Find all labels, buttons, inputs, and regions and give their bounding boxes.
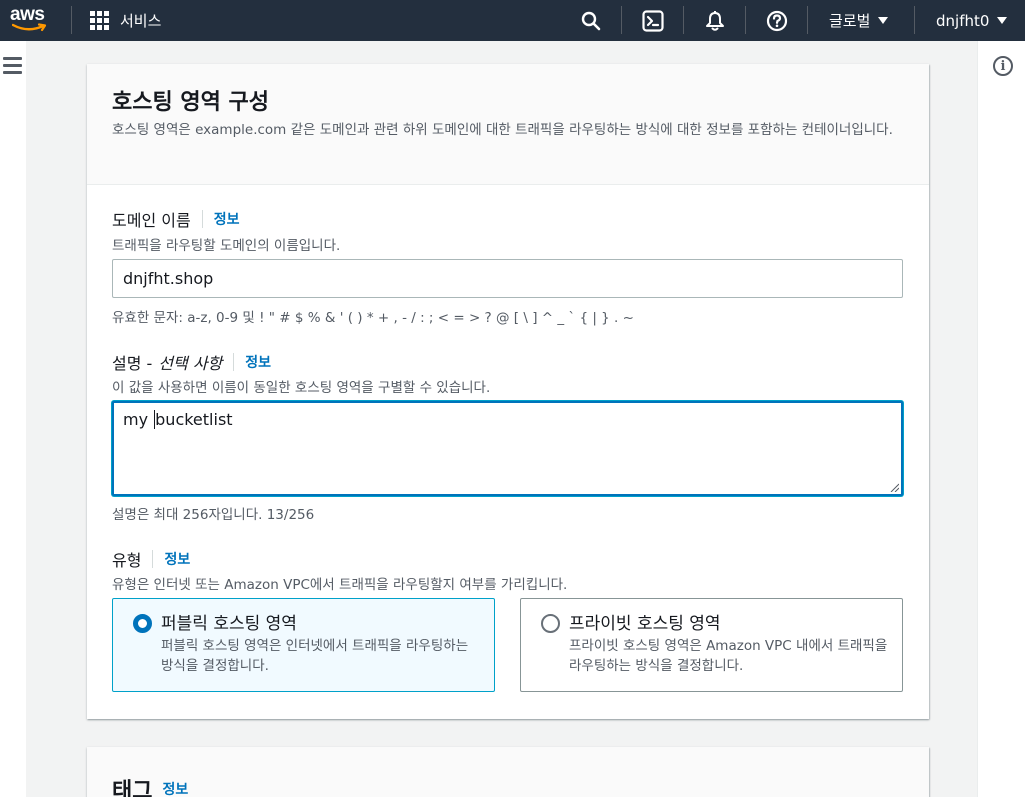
help-icon: [766, 10, 788, 31]
info-panel-icon[interactable]: i: [993, 56, 1013, 76]
private-hosted-zone-option[interactable]: 프라이빗 호스팅 영역 프라이빗 호스팅 영역은 Amazon VPC 내에서 …: [520, 598, 903, 692]
menu-hamburger-icon[interactable]: [3, 57, 22, 78]
search-icon: [581, 11, 601, 30]
type-label-text: 유형: [112, 551, 142, 570]
bell-icon: [706, 10, 724, 31]
tags-title: 태그 정보: [112, 773, 188, 797]
radio-unselected-icon[interactable]: [541, 614, 560, 633]
services-menu-button[interactable]: 서비스: [90, 0, 161, 41]
services-label: 서비스: [120, 12, 162, 30]
nav-divider: [745, 6, 746, 34]
comment-value-after-caret: bucketlist: [155, 410, 233, 429]
comment-label: 설명 - 선택 사항 정보: [112, 350, 271, 374]
apps-grid-icon: [90, 11, 109, 30]
comment-constraint: 설명은 최대 256자입니다. 13/256: [112, 507, 315, 523]
panel-description: 호스팅 영역은 example.com 같은 도메인과 관련 하위 도메인에 대…: [112, 122, 893, 138]
radio-selected-icon[interactable]: [133, 614, 152, 633]
cloudshell-icon: [642, 9, 664, 32]
comment-info-link[interactable]: 정보: [233, 353, 271, 371]
comment-textarea[interactable]: my bucketlist: [112, 401, 903, 496]
account-menu[interactable]: dnjfht0: [936, 0, 1008, 41]
caret-down-icon: [878, 17, 889, 24]
nav-divider: [914, 6, 915, 34]
type-description: 유형은 인터넷 또는 Amazon VPC에서 트래픽을 라우팅할지 여부를 가…: [112, 577, 568, 593]
cloudshell-button[interactable]: [633, 0, 673, 41]
option-title: 퍼블릭 호스팅 영역: [161, 614, 297, 634]
public-hosted-zone-option[interactable]: 퍼블릭 호스팅 영역 퍼블릭 호스팅 영역은 인터넷에서 트래픽을 라우팅하는 …: [112, 598, 495, 692]
notifications-button[interactable]: [695, 0, 735, 41]
comment-optional-text: 선택 사항: [158, 354, 223, 373]
account-label: dnjfht0: [936, 11, 990, 30]
domain-name-constraint: 유효한 문자: a-z, 0-9 및 ! " # $ % & ' ( ) * +…: [112, 310, 634, 326]
caret-down-icon: [997, 17, 1008, 24]
domain-name-label: 도메인 이름 정보: [112, 207, 239, 231]
region-label: 글로벌: [829, 12, 871, 30]
domain-name-input[interactable]: dnjfht.shop: [112, 259, 903, 298]
tags-panel: 태그 정보: [87, 747, 929, 797]
hosted-zone-config-panel: 호스팅 영역 구성 호스팅 영역은 example.com 같은 도메인과 관련…: [87, 64, 929, 719]
option-description: 프라이빗 호스팅 영역은 Amazon VPC 내에서 트래픽을 라우팅하는 방…: [569, 638, 888, 674]
right-tools-rail: [977, 41, 1025, 797]
comment-label-text: 설명 -: [112, 354, 153, 373]
nav-divider: [683, 6, 684, 34]
left-navigation-rail: [0, 41, 26, 797]
tags-info-link[interactable]: 정보: [152, 780, 188, 797]
region-selector[interactable]: 글로벌: [829, 0, 889, 41]
aws-smile-icon: [12, 23, 47, 32]
domain-name-label-text: 도메인 이름: [112, 211, 191, 230]
panel-title: 호스팅 영역 구성: [112, 90, 269, 115]
comment-description: 이 값을 사용하면 이름이 동일한 호스팅 영역을 구별할 수 있습니다.: [112, 380, 491, 396]
top-navigation: aws 서비스 글로벌 dnjfht0: [0, 0, 1025, 41]
type-info-link[interactable]: 정보: [152, 550, 190, 568]
domain-info-link[interactable]: 정보: [201, 210, 239, 228]
comment-value-before-caret: my: [123, 410, 154, 429]
option-title: 프라이빗 호스팅 영역: [569, 614, 721, 634]
resize-grip-icon[interactable]: [889, 482, 899, 492]
search-button[interactable]: [571, 0, 611, 41]
panel-header: 호스팅 영역 구성 호스팅 영역은 example.com 같은 도메인과 관련…: [87, 64, 929, 185]
type-label: 유형 정보: [112, 547, 190, 571]
aws-logo[interactable]: aws: [10, 4, 50, 36]
option-description: 퍼블릭 호스팅 영역은 인터넷에서 트래픽을 라우팅하는 방식을 결정합니다.: [161, 638, 469, 674]
tags-title-text: 태그: [112, 779, 153, 797]
domain-name-description: 트래픽을 라우팅할 도메인의 이름입니다.: [112, 238, 341, 254]
nav-divider: [621, 6, 622, 34]
nav-divider: [71, 6, 72, 34]
nav-divider: [807, 6, 808, 34]
help-button[interactable]: [757, 0, 797, 41]
